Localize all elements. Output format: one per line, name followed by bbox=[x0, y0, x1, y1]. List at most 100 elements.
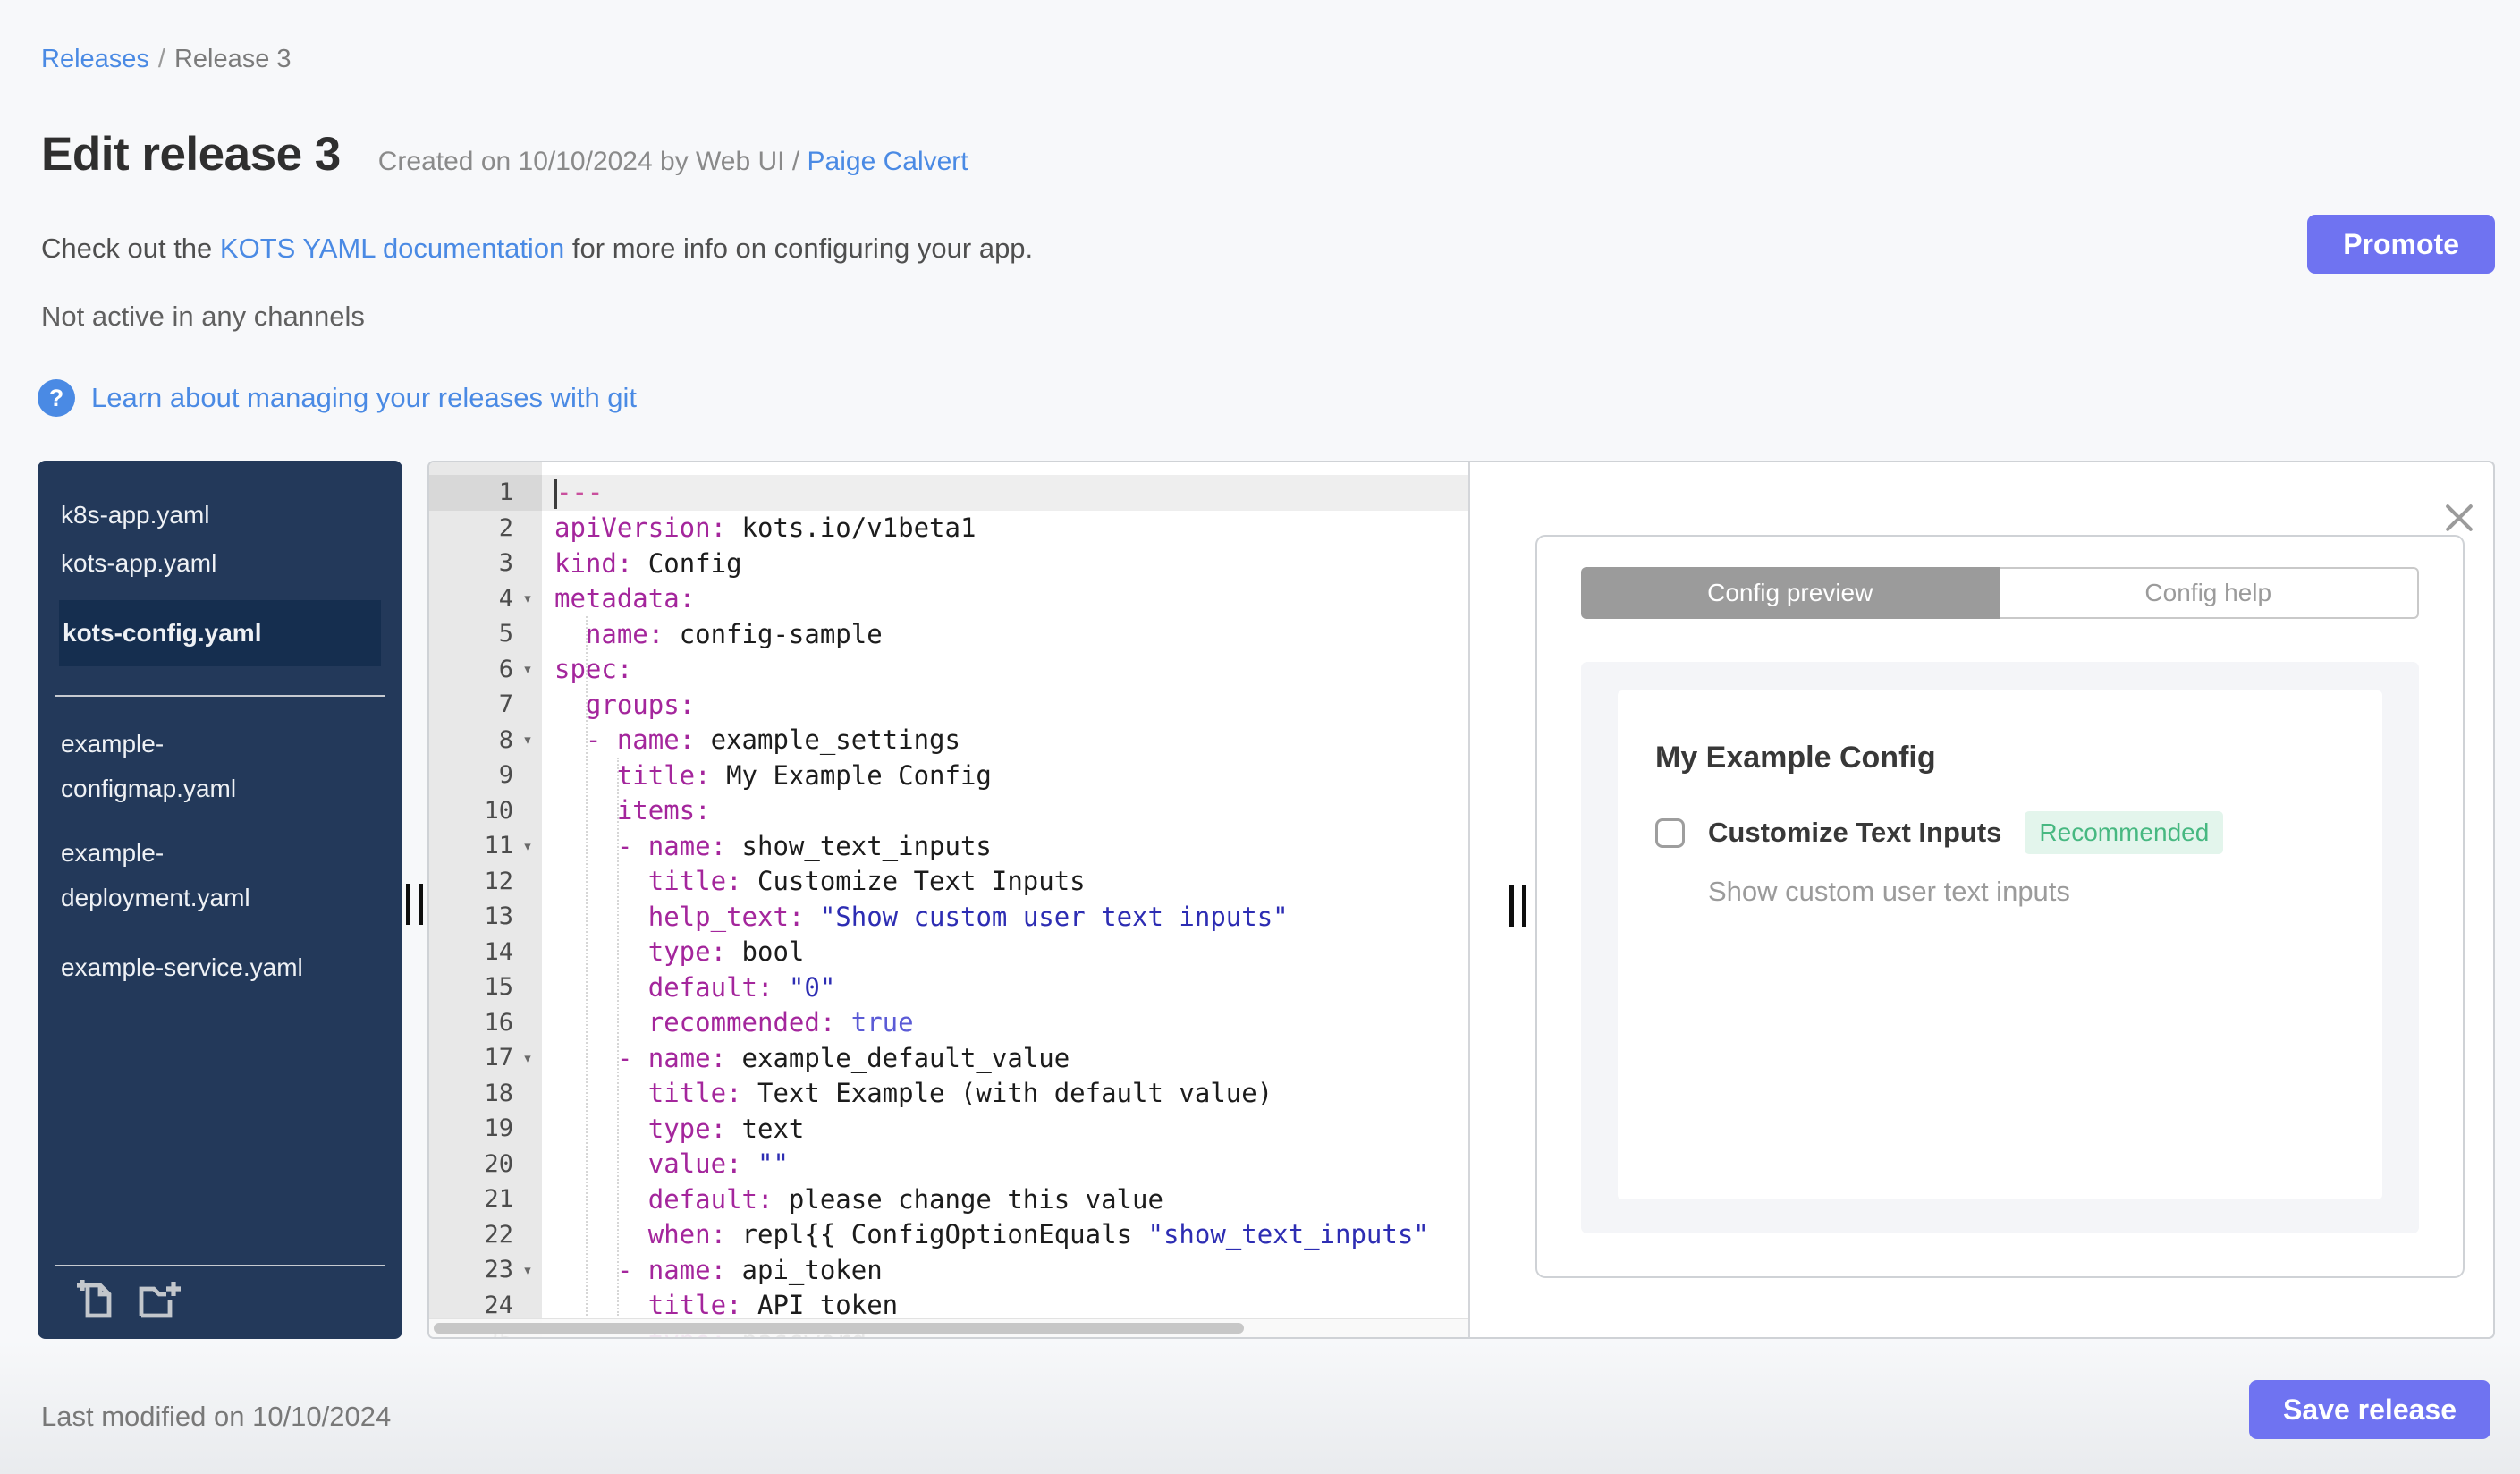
code-text: title: Customize Text Inputs bbox=[647, 866, 1086, 897]
code-text: - name: example_default_value bbox=[616, 1042, 1070, 1073]
fold-arrow-icon[interactable]: ▾ bbox=[513, 589, 542, 608]
git-releases-link[interactable]: Learn about managing your releases with … bbox=[91, 382, 637, 414]
code-line-22[interactable]: 22 when: repl{{ ConfigOptionEquals "show… bbox=[429, 1217, 1468, 1253]
code-line-19[interactable]: 19 type: text bbox=[429, 1111, 1468, 1147]
code-line-11[interactable]: 11 ▾ - name: show_text_inputs bbox=[429, 828, 1468, 864]
code-line-13[interactable]: 13 help_text: "Show custom user text inp… bbox=[429, 899, 1468, 935]
line-number: 4 bbox=[498, 584, 513, 613]
code-line-21[interactable]: 21 default: please change this value bbox=[429, 1182, 1468, 1217]
sidebar-item-kots-app-yaml[interactable]: kots-app.yaml bbox=[38, 539, 402, 588]
code-text: name: config-sample bbox=[585, 618, 883, 649]
code-line-1[interactable]: 1 --- bbox=[429, 475, 1468, 511]
scrollbar-thumb[interactable] bbox=[434, 1323, 1245, 1334]
sidebar-resize-handle[interactable] bbox=[406, 884, 423, 925]
line-number-gutter: 10 bbox=[429, 797, 542, 825]
line-number: 1 bbox=[498, 479, 513, 507]
promote-button[interactable]: Promote bbox=[2307, 215, 2495, 274]
yaml-code-editor[interactable]: 1 --- 2 apiVersion: kots.io/v1beta1 3 kind: C… bbox=[429, 462, 1470, 1337]
config-card: Config preview Config help My Example Co… bbox=[1535, 535, 2465, 1278]
code-text: type: text bbox=[647, 1113, 805, 1144]
title-row: Edit release 3 Created on 10/10/2024 by … bbox=[41, 127, 968, 182]
code-line-18[interactable]: 18 title: Text Example (with default val… bbox=[429, 1076, 1468, 1112]
customize-text-inputs-checkbox[interactable] bbox=[1655, 817, 1685, 848]
code-line-4[interactable]: 4 ▾ metadata: bbox=[429, 581, 1468, 617]
editor-horizontal-scrollbar bbox=[429, 1318, 1468, 1337]
line-number: 17 bbox=[484, 1044, 513, 1072]
code-line-7[interactable]: 7 groups: bbox=[429, 687, 1468, 723]
line-number: 11 bbox=[484, 832, 513, 860]
fold-arrow-icon[interactable]: ▾ bbox=[513, 730, 542, 750]
line-number: 22 bbox=[484, 1220, 513, 1249]
git-help-row: ? Learn about managing your releases wit… bbox=[38, 379, 637, 417]
breadcrumb-releases-link[interactable]: Releases bbox=[41, 45, 149, 73]
line-number: 10 bbox=[484, 796, 513, 825]
code-line-8[interactable]: 8 ▾ - name: example_settings bbox=[429, 723, 1468, 758]
code-text: help_text: "Show custom user text inputs… bbox=[647, 901, 1289, 932]
code-line-5[interactable]: 5 name: config-sample bbox=[429, 616, 1468, 652]
line-number-gutter: 4 ▾ bbox=[429, 585, 542, 613]
sidebar-item-example-deployment-yaml[interactable]: example-deployment.yaml bbox=[38, 831, 402, 920]
new-folder-icon[interactable] bbox=[138, 1278, 182, 1321]
preview-resize-handle[interactable] bbox=[1509, 885, 1526, 927]
breadcrumb-separator: / bbox=[157, 45, 165, 73]
code-text: title: My Example Config bbox=[616, 759, 992, 791]
tab-config-help[interactable]: Config help bbox=[1999, 567, 2419, 619]
docs-info-prefix: Check out the bbox=[41, 233, 220, 264]
code-line-23[interactable]: 23 ▾ - name: api_token bbox=[429, 1252, 1468, 1288]
line-number-gutter: 7 bbox=[429, 690, 542, 718]
line-number: 7 bbox=[498, 690, 513, 719]
new-file-icon[interactable] bbox=[75, 1278, 114, 1321]
config-item-help-text: Show custom user text inputs bbox=[1708, 876, 2070, 907]
sidebar-item-k8s-app-yaml[interactable]: k8s-app.yaml bbox=[38, 491, 402, 539]
close-icon[interactable] bbox=[2440, 498, 2479, 538]
line-number: 13 bbox=[484, 902, 513, 931]
code-line-20[interactable]: 20 value: "" bbox=[429, 1147, 1468, 1182]
sidebar-item-kots-config-yaml[interactable]: kots-config.yaml bbox=[59, 600, 381, 666]
line-number: 12 bbox=[484, 867, 513, 895]
code-line-3[interactable]: 3 kind: Config bbox=[429, 546, 1468, 581]
code-text: groups: bbox=[585, 689, 696, 720]
code-line-6[interactable]: 6 ▾ spec: bbox=[429, 652, 1468, 688]
sidebar-item-example-service-yaml[interactable]: example-service.yaml bbox=[38, 945, 402, 990]
code-text: default: "0" bbox=[647, 971, 836, 1003]
question-icon[interactable]: ? bbox=[38, 379, 75, 417]
code-line-14[interactable]: 14 type: bool bbox=[429, 935, 1468, 970]
code-text: kind: Config bbox=[554, 547, 742, 579]
fold-arrow-icon[interactable]: ▾ bbox=[513, 1260, 542, 1280]
breadcrumb: Releases / Release 3 bbox=[41, 45, 292, 74]
fold-arrow-icon[interactable]: ▾ bbox=[513, 1048, 542, 1068]
code-line-16[interactable]: 16 recommended: true bbox=[429, 1005, 1468, 1041]
tab-config-preview[interactable]: Config preview bbox=[1581, 567, 2000, 619]
sidebar-file-list-top: k8s-app.yaml kots-app.yaml kots-config.yam… bbox=[38, 461, 402, 666]
code-line-12[interactable]: 12 title: Customize Text Inputs bbox=[429, 864, 1468, 900]
sidebar-item-example-configmap-yaml[interactable]: example-configmap.yaml bbox=[38, 722, 402, 811]
code-line-9[interactable]: 9 title: My Example Config bbox=[429, 758, 1468, 793]
config-tab-bar: Config preview Config help bbox=[1581, 567, 2419, 619]
save-release-button[interactable]: Save release bbox=[2249, 1380, 2490, 1439]
created-by-link[interactable]: Paige Calvert bbox=[808, 147, 968, 176]
line-number-gutter: 24 bbox=[429, 1292, 542, 1319]
code-line-10[interactable]: 10 items: bbox=[429, 793, 1468, 829]
line-number-gutter: 2 bbox=[429, 514, 542, 542]
recommended-badge: Recommended bbox=[2025, 811, 2224, 854]
code-text: - name: show_text_inputs bbox=[616, 830, 992, 861]
line-number-gutter: 23 ▾ bbox=[429, 1256, 542, 1283]
line-number-gutter: 11 ▾ bbox=[429, 832, 542, 860]
line-number-gutter: 22 bbox=[429, 1221, 542, 1249]
line-number-gutter: 20 bbox=[429, 1150, 542, 1178]
config-preview-area: Config preview Config help My Example Co… bbox=[1470, 462, 2493, 1337]
kots-yaml-docs-link[interactable]: KOTS YAML documentation bbox=[220, 233, 564, 264]
code-line-15[interactable]: 15 default: "0" bbox=[429, 970, 1468, 1005]
code-text: default: please change this value bbox=[647, 1183, 1163, 1215]
fold-arrow-icon[interactable]: ▾ bbox=[513, 836, 542, 856]
code-text: - name: api_token bbox=[616, 1254, 883, 1285]
fold-arrow-icon[interactable]: ▾ bbox=[513, 659, 542, 679]
config-group-title: My Example Config bbox=[1655, 741, 1936, 775]
code-line-2[interactable]: 2 apiVersion: kots.io/v1beta1 bbox=[429, 511, 1468, 546]
line-number-gutter: 17 ▾ bbox=[429, 1044, 542, 1072]
line-number-gutter: 12 bbox=[429, 868, 542, 895]
line-number-gutter: 14 bbox=[429, 938, 542, 966]
created-text: Created on 10/10/2024 by Web UI / bbox=[377, 147, 808, 176]
line-number: 21 bbox=[484, 1185, 513, 1214]
code-line-17[interactable]: 17 ▾ - name: example_default_value bbox=[429, 1040, 1468, 1076]
